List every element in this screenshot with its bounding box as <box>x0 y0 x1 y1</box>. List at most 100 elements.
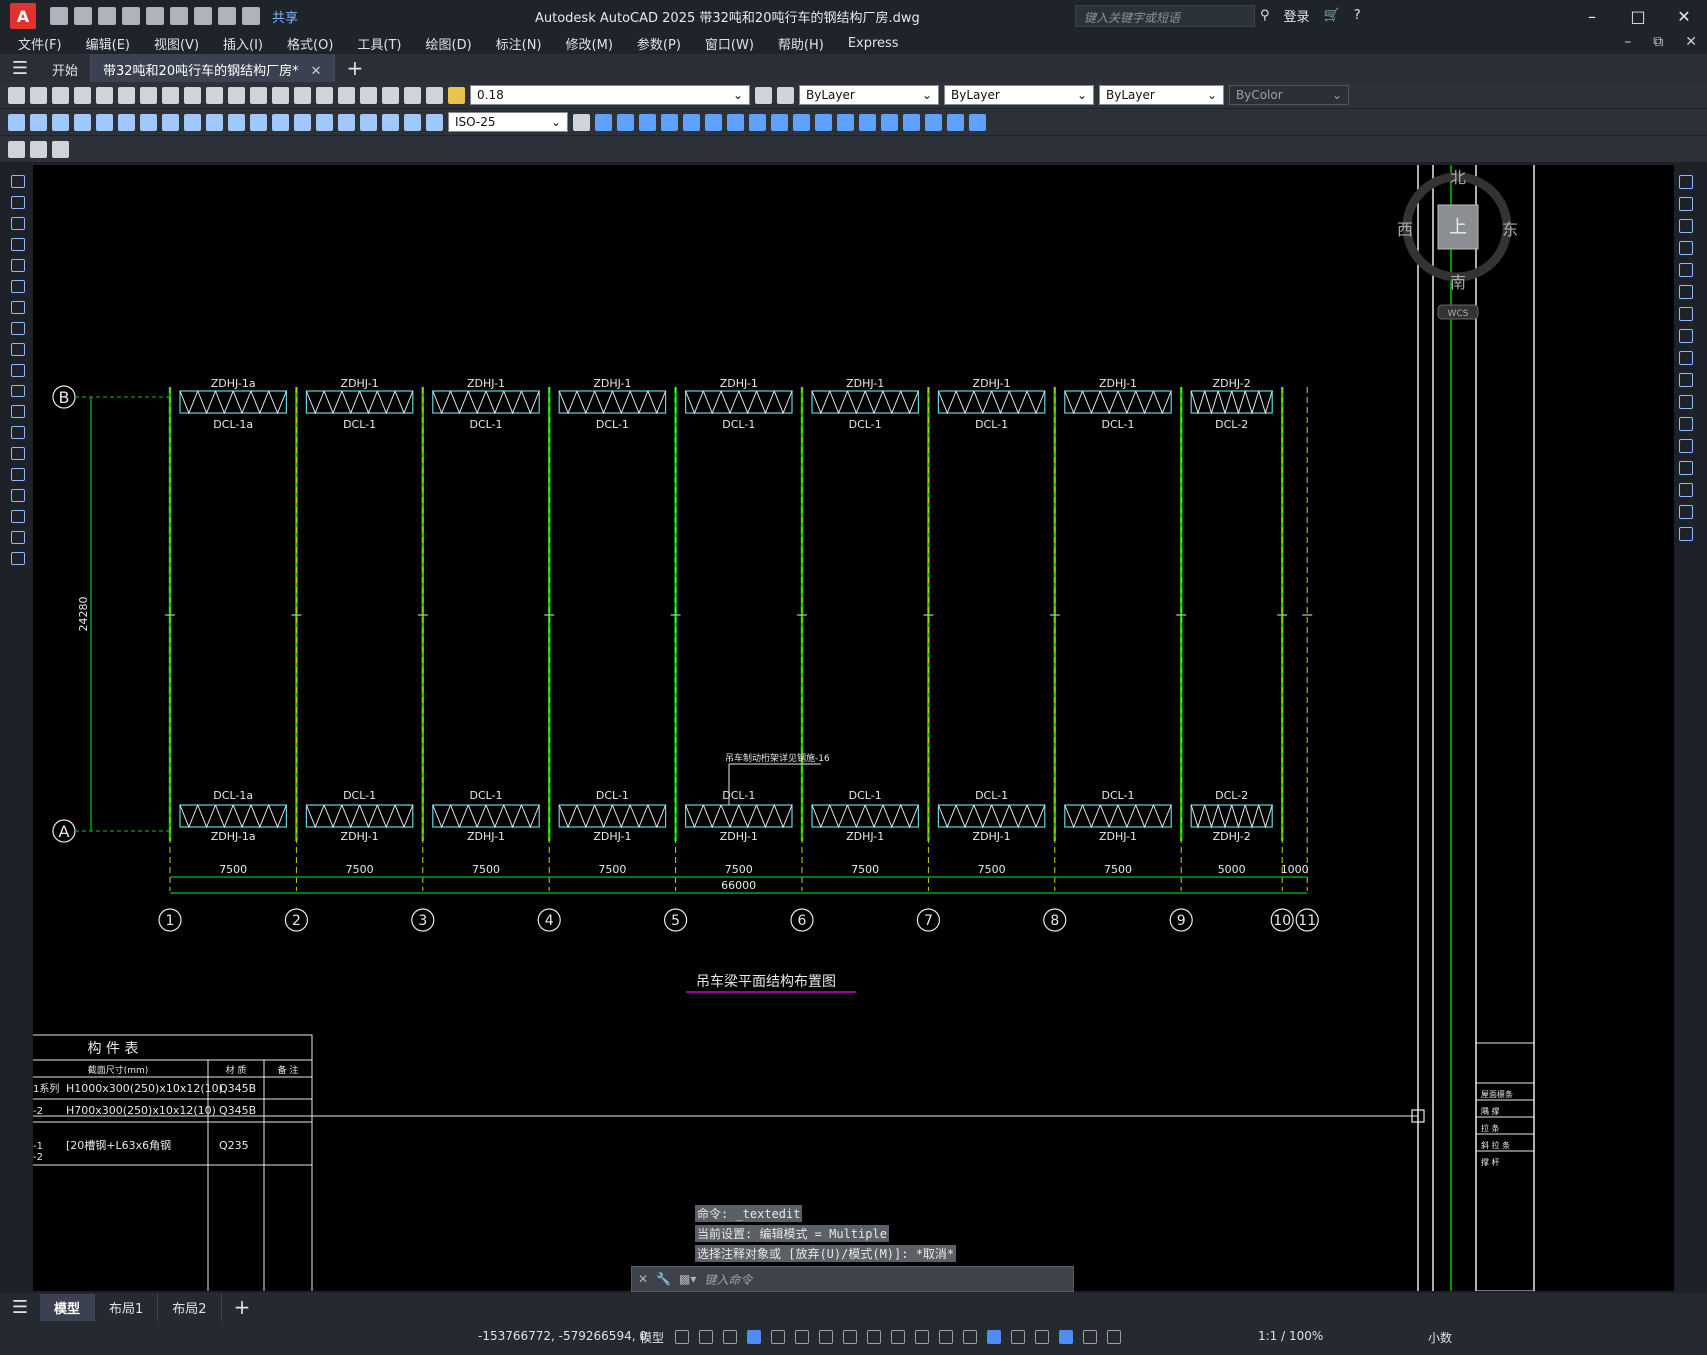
selection-cycling-icon[interactable] <box>939 1330 953 1344</box>
preview-icon[interactable] <box>96 86 113 104</box>
dynamic-ucs-icon[interactable] <box>987 1330 1001 1344</box>
solid-cylinder-icon[interactable] <box>683 113 700 131</box>
shell-icon[interactable] <box>969 113 986 131</box>
new-tab-button[interactable]: + <box>347 56 364 80</box>
polygon-icon[interactable] <box>11 237 25 251</box>
stretch-icon[interactable] <box>1679 351 1693 365</box>
gizmo-icon[interactable] <box>1035 1330 1049 1344</box>
minimize-button[interactable]: – <box>1569 0 1615 32</box>
solid-cone-icon[interactable] <box>639 113 656 131</box>
dim-update-icon[interactable] <box>426 113 443 131</box>
design-center-icon[interactable] <box>360 86 377 104</box>
menu-parametric[interactable]: 参数(P) <box>637 34 681 53</box>
lineweight-dropdown[interactable]: ByLayer ⌄ <box>1099 85 1224 105</box>
menu-help[interactable]: 帮助(H) <box>778 34 824 53</box>
new-layout-button[interactable]: + <box>234 1295 251 1319</box>
slice-icon[interactable] <box>881 113 898 131</box>
close-block-icon[interactable] <box>52 140 69 158</box>
point-icon[interactable] <box>11 447 25 461</box>
recent-commands-icon[interactable]: ▩▾ <box>679 1272 696 1286</box>
customize-icon[interactable]: 🔧 <box>656 1272 671 1286</box>
mirror-icon[interactable] <box>1679 219 1693 233</box>
dynamic-input-icon[interactable] <box>747 1330 761 1344</box>
coordinate-readout[interactable]: -153766772, -579266594, 0 <box>478 1329 647 1343</box>
subtract-icon[interactable] <box>837 113 854 131</box>
color-dropdown[interactable]: ByLayer ⌄ <box>799 85 939 105</box>
inspection-icon[interactable] <box>338 113 355 131</box>
menu-draw[interactable]: 绘图(D) <box>426 34 472 53</box>
baseline-icon[interactable] <box>206 113 223 131</box>
close-command-line-icon[interactable]: ✕ <box>638 1272 648 1286</box>
explode-icon[interactable] <box>1679 527 1693 541</box>
object-snap-icon[interactable] <box>867 1330 881 1344</box>
plot-icon[interactable] <box>74 86 91 104</box>
units-dropdown[interactable]: 小数 <box>1428 1329 1452 1346</box>
publish-icon[interactable] <box>118 86 135 104</box>
move-icon[interactable] <box>1679 285 1693 299</box>
menu-tools[interactable]: 工具(T) <box>357 34 401 53</box>
transparency-icon[interactable] <box>915 1330 929 1344</box>
rotate-icon[interactable] <box>1679 307 1693 321</box>
edit-block-icon[interactable] <box>8 140 25 158</box>
tab-model[interactable]: 模型 <box>40 1293 96 1321</box>
offset-icon[interactable] <box>1679 241 1693 255</box>
menu-express[interactable]: Express <box>848 36 899 51</box>
save-as-icon[interactable] <box>122 7 140 25</box>
open-icon[interactable] <box>30 86 47 104</box>
dimstyle-manager-icon[interactable] <box>573 113 590 131</box>
model-space-button[interactable]: 模型 <box>640 1329 664 1346</box>
menu-window[interactable]: 窗口(W) <box>705 34 754 53</box>
solid-sphere-icon[interactable] <box>661 113 678 131</box>
menu-modify[interactable]: 修改(M) <box>566 34 613 53</box>
doc-restore-button[interactable]: ⧉ <box>1653 34 1663 50</box>
section-icon[interactable] <box>903 113 920 131</box>
solid-torus-icon[interactable] <box>705 113 722 131</box>
save-block-icon[interactable] <box>30 140 47 158</box>
extrude-icon[interactable] <box>727 113 744 131</box>
cut-icon[interactable] <box>140 86 157 104</box>
extract-edges-icon[interactable] <box>947 113 964 131</box>
share-button[interactable]: 共享 <box>272 7 298 26</box>
drawing-canvas[interactable]: B A 24280 ZDHJ-1a DCL-1a DCL-1a ZDHJ-1a ZDHJ-1 D… <box>33 165 1674 1291</box>
zoom-window-icon[interactable] <box>316 86 333 104</box>
tab-start[interactable]: 开始 <box>40 54 92 82</box>
table-icon[interactable] <box>11 531 25 545</box>
infer-icon[interactable] <box>723 1330 737 1344</box>
region-icon[interactable] <box>11 510 25 524</box>
close-button[interactable]: ✕ <box>1661 0 1707 32</box>
login-button[interactable]: 登录 <box>1284 6 1310 25</box>
isodraft-icon[interactable] <box>819 1330 833 1344</box>
tab-layout2[interactable]: 布局2 <box>158 1293 222 1321</box>
quick-dim-icon[interactable] <box>184 113 201 131</box>
grid-icon[interactable] <box>675 1330 689 1344</box>
join-icon[interactable] <box>1679 439 1693 453</box>
dim-edit-icon[interactable] <box>382 113 399 131</box>
new-icon[interactable] <box>8 86 25 104</box>
continue-icon[interactable] <box>228 113 245 131</box>
extend-icon[interactable] <box>1679 395 1693 409</box>
layer-dropdown[interactable]: 0.18 ⌄ <box>470 85 750 105</box>
hatch-icon[interactable] <box>11 468 25 482</box>
plotstyle-dropdown[interactable]: ByColor ⌄ <box>1229 85 1349 105</box>
lineweight-icon[interactable] <box>891 1330 905 1344</box>
layer-manager-icon[interactable] <box>448 86 465 104</box>
undo-icon[interactable] <box>218 7 236 25</box>
polar-icon[interactable] <box>795 1330 809 1344</box>
pan-icon[interactable] <box>272 86 289 104</box>
ellipse-icon[interactable] <box>11 363 25 377</box>
search-icon[interactable]: ⚲ <box>1260 8 1270 23</box>
save-icon[interactable] <box>98 7 116 25</box>
dim-text-edit-icon[interactable] <box>404 113 421 131</box>
doc-minimize-button[interactable]: – <box>1624 34 1631 50</box>
menu-view[interactable]: 视图(V) <box>154 34 199 53</box>
autocad-logo-icon[interactable]: A <box>10 3 36 29</box>
open-file-icon[interactable] <box>74 7 92 25</box>
revolve-icon[interactable] <box>749 113 766 131</box>
linear-dim-icon[interactable] <box>8 113 25 131</box>
solid-box-icon[interactable] <box>595 113 612 131</box>
print-icon[interactable] <box>194 7 212 25</box>
tool-palette-icon[interactable] <box>382 86 399 104</box>
redo-icon[interactable] <box>250 86 267 104</box>
doc-close-button[interactable]: ✕ <box>1685 34 1697 50</box>
polyline-icon[interactable] <box>11 216 25 230</box>
